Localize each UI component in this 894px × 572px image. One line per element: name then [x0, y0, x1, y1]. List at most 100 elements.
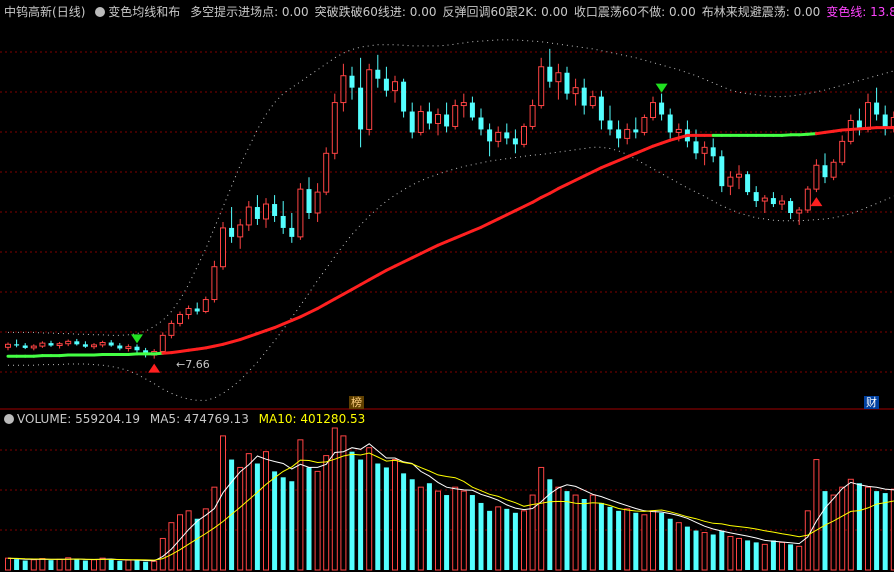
volume-bar [684, 526, 690, 570]
ma5-value: 474769.13 [183, 412, 249, 426]
volume-bar [426, 483, 432, 570]
volume-bar [82, 560, 88, 570]
volume-bar [289, 481, 295, 570]
volume-bar [650, 510, 656, 571]
volume-value: 559204.19 [75, 412, 141, 426]
volume-bar [5, 557, 11, 571]
candle-body [478, 117, 484, 130]
volume-bar [788, 544, 794, 570]
volume-bar [675, 522, 682, 571]
candle-body [736, 173, 742, 178]
candle-body [435, 114, 441, 124]
candle-body [624, 128, 631, 139]
candle-body [426, 111, 432, 124]
event-tag-bang[interactable]: 榜 [349, 396, 364, 409]
volume-bar [159, 537, 166, 571]
volume-bar [383, 467, 389, 570]
candle-body [229, 227, 235, 237]
candle-body [650, 102, 656, 118]
candle-body [761, 197, 768, 202]
candle-body [5, 343, 11, 348]
candle-body [830, 161, 837, 178]
candle-body [633, 129, 639, 133]
candle-body [874, 102, 880, 115]
candle-body [753, 192, 759, 202]
volume-bar [641, 514, 648, 571]
candle-body [237, 224, 244, 238]
candle-body [65, 340, 72, 345]
settings-icon[interactable] [95, 7, 106, 17]
candle-body [572, 87, 579, 95]
candle-body [263, 203, 269, 220]
volume-bar [693, 530, 699, 570]
volume-bar [659, 512, 665, 570]
volume-bar [194, 518, 200, 570]
indicator-item: 突破跌破60线进: 0.00 [314, 5, 437, 19]
sell-signal-arrow [131, 334, 143, 344]
candle-body [555, 72, 562, 83]
volume-bar [521, 510, 527, 571]
volume-bar [736, 537, 742, 571]
volume-bar [555, 486, 562, 571]
volume-bar [865, 486, 871, 571]
candle-body [297, 188, 304, 238]
volume-bar [220, 435, 226, 571]
volume-bar [323, 455, 330, 571]
volume-bar [99, 557, 106, 571]
candle-body [331, 102, 338, 154]
candle-body [675, 128, 682, 133]
indicator-item: 多空提示进场点: 0.00 [190, 5, 309, 19]
candle-body [358, 87, 364, 130]
candle-body [401, 81, 407, 112]
volume-panel-header: VOLUME: 559204.19 MA5: 474769.13 MA10: 4… [4, 411, 371, 427]
candle-body [185, 308, 192, 315]
candle-body [117, 345, 123, 349]
candle-body [202, 299, 209, 312]
candle-body [796, 209, 803, 214]
volume-bar [108, 559, 114, 570]
price-chart-svg[interactable] [0, 0, 894, 572]
candle-body [177, 313, 183, 324]
sell-signal-arrow [655, 83, 668, 93]
candle-body [693, 141, 699, 154]
volume-bar [847, 478, 854, 571]
indicator-name[interactable]: 变色均线和布 [108, 5, 180, 19]
volume-bar [770, 540, 776, 570]
candle-body [306, 189, 312, 213]
candle-body [538, 66, 545, 107]
candle-body [280, 215, 286, 228]
candle-body [409, 111, 415, 133]
volume-bar [839, 486, 846, 571]
candle-body [417, 111, 424, 133]
volume-bar [813, 459, 820, 571]
candle-body [56, 343, 63, 347]
candle-body [91, 344, 97, 348]
volume-bar [753, 542, 759, 570]
candle-body [340, 75, 347, 104]
candle-body [375, 69, 381, 79]
candle-body [48, 343, 54, 346]
stock-chart[interactable]: 中钨高新(日线) 变色均线和布 多空提示进场点: 0.00 突破跌破60线进: 0… [0, 0, 894, 572]
candle-body [770, 198, 776, 205]
indicator-item: 反弹回调60跟2K: 0.00 [442, 5, 568, 19]
candle-body [667, 114, 673, 133]
candle-body [289, 227, 295, 237]
candle-body [512, 138, 518, 145]
volume-bar [460, 490, 467, 571]
volume-bar [495, 506, 502, 571]
volume-bar [796, 545, 803, 571]
candle-body [272, 204, 278, 216]
candle-body [452, 105, 459, 127]
volume-bar [392, 459, 398, 571]
candle-body [383, 78, 389, 91]
candle-body [745, 174, 751, 193]
buy-signal-arrow [810, 197, 823, 207]
event-tag-cai[interactable]: 财 [864, 396, 879, 409]
candle-body [134, 346, 140, 351]
volume-bar [581, 499, 587, 570]
volume-bar [56, 558, 63, 571]
volume-bar [822, 491, 828, 570]
volume-bar [202, 508, 209, 571]
volume-bar [727, 535, 734, 571]
settings-icon[interactable] [4, 414, 14, 424]
